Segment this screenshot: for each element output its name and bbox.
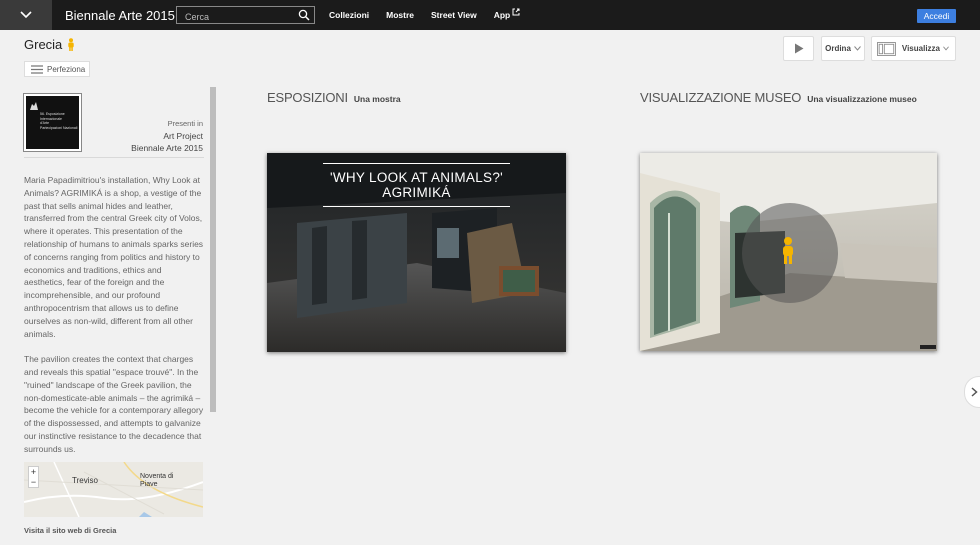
nav-app[interactable]: App — [493, 8, 521, 20]
divider — [24, 157, 204, 158]
partner-logo[interactable]: 56. Esposizione Internazionale d'Arte Pa… — [23, 93, 82, 152]
sidebar-scrollbar[interactable] — [210, 87, 216, 412]
nav-mostre[interactable]: Mostre — [386, 10, 414, 20]
page-title-text: Grecia — [24, 37, 63, 52]
presenter-line[interactable]: Art Project — [131, 130, 203, 142]
refine-button[interactable]: Perfeziona — [24, 61, 90, 77]
map-roads — [24, 462, 203, 517]
play-icon — [794, 43, 803, 54]
map-label-noventa: Noventa di Piave — [140, 473, 174, 488]
museum-view-card[interactable] — [640, 153, 937, 351]
menu-button[interactable] — [0, 0, 52, 30]
pegman-icon[interactable] — [67, 38, 75, 51]
location-map[interactable]: + − Treviso Noventa di Piave — [24, 462, 203, 517]
nav-collezioni[interactable]: Collezioni — [329, 10, 369, 20]
zoom-out-button[interactable]: − — [29, 477, 38, 487]
nav-app-label: App — [493, 10, 511, 20]
search-input[interactable] — [177, 9, 287, 25]
top-bar: Biennale Arte 2015 Collezioni Mostre Str… — [0, 0, 980, 30]
museum-view-image — [640, 153, 937, 351]
view-button[interactable]: Visualizza — [871, 36, 956, 61]
description-paragraph: Maria Papadimitriou's installation, Why … — [24, 175, 204, 339]
section-subtitle: Una mostra — [353, 94, 401, 104]
hamburger-icon — [31, 64, 43, 74]
section-title-text: VISUALIZZAZIONE MUSEO — [640, 90, 802, 105]
chevron-down-icon — [20, 11, 32, 19]
biennale-lion-icon — [30, 102, 38, 110]
chevron-right-icon — [971, 387, 978, 397]
presenter-label: Presenti in — [167, 119, 203, 128]
exhibition-card[interactable]: 'WHY LOOK AT ANIMALS?' AGRIMIKÁ — [267, 153, 566, 352]
page-title: Grecia — [24, 37, 75, 52]
description-paragraph: The pavilion creates the context that ch… — [24, 354, 204, 454]
logo-text: 56. Esposizione Internazionale d'Arte Pa… — [40, 112, 80, 130]
refine-label: Perfeziona — [47, 64, 86, 74]
main-nav: Collezioni Mostre Street View App — [329, 8, 537, 20]
external-link-icon — [512, 8, 520, 16]
section-exhibitions-title[interactable]: ESPOSIZIONI Una mostra — [267, 90, 401, 105]
chevron-down-icon — [854, 46, 861, 51]
signin-button[interactable]: Accedi — [917, 9, 956, 23]
section-title-text: ESPOSIZIONI — [267, 90, 348, 105]
sort-button[interactable]: Ordina — [821, 36, 865, 61]
sidebar: 56. Esposizione Internazionale d'Arte Pa… — [23, 87, 216, 545]
nav-street-view[interactable]: Street View — [431, 10, 477, 20]
logo-line: Partecipazioni Nazionali — [40, 125, 78, 130]
map-label-treviso: Treviso — [72, 476, 98, 485]
search-icon[interactable] — [298, 9, 310, 21]
exhibition-caption: 'WHY LOOK AT ANIMALS?' AGRIMIKÁ — [323, 163, 510, 207]
section-museum-view-title[interactable]: VISUALIZZAZIONE MUSEO Una visualizzazion… — [640, 90, 917, 105]
presenter-line[interactable]: Biennale Arte 2015 — [131, 142, 203, 154]
map-zoom-control[interactable]: + − — [28, 466, 39, 488]
view-label: Visualizza — [901, 44, 940, 53]
layout-icon — [877, 41, 896, 56]
search-box[interactable] — [176, 6, 315, 25]
presenter-info: Presenti in Art Project Biennale Arte 20… — [131, 118, 203, 154]
next-page-button[interactable] — [964, 376, 980, 408]
play-button[interactable] — [783, 36, 814, 61]
description: Maria Papadimitriou's installation, Why … — [24, 174, 204, 468]
sort-label: Ordina — [825, 44, 851, 53]
chevron-down-icon — [943, 46, 949, 51]
app-title[interactable]: Biennale Arte 2015 — [65, 8, 175, 23]
zoom-in-button[interactable]: + — [29, 467, 38, 477]
section-subtitle: Una visualizzazione museo — [807, 94, 917, 104]
visit-website-link[interactable]: Visita il sito web di Grecia — [24, 526, 116, 535]
